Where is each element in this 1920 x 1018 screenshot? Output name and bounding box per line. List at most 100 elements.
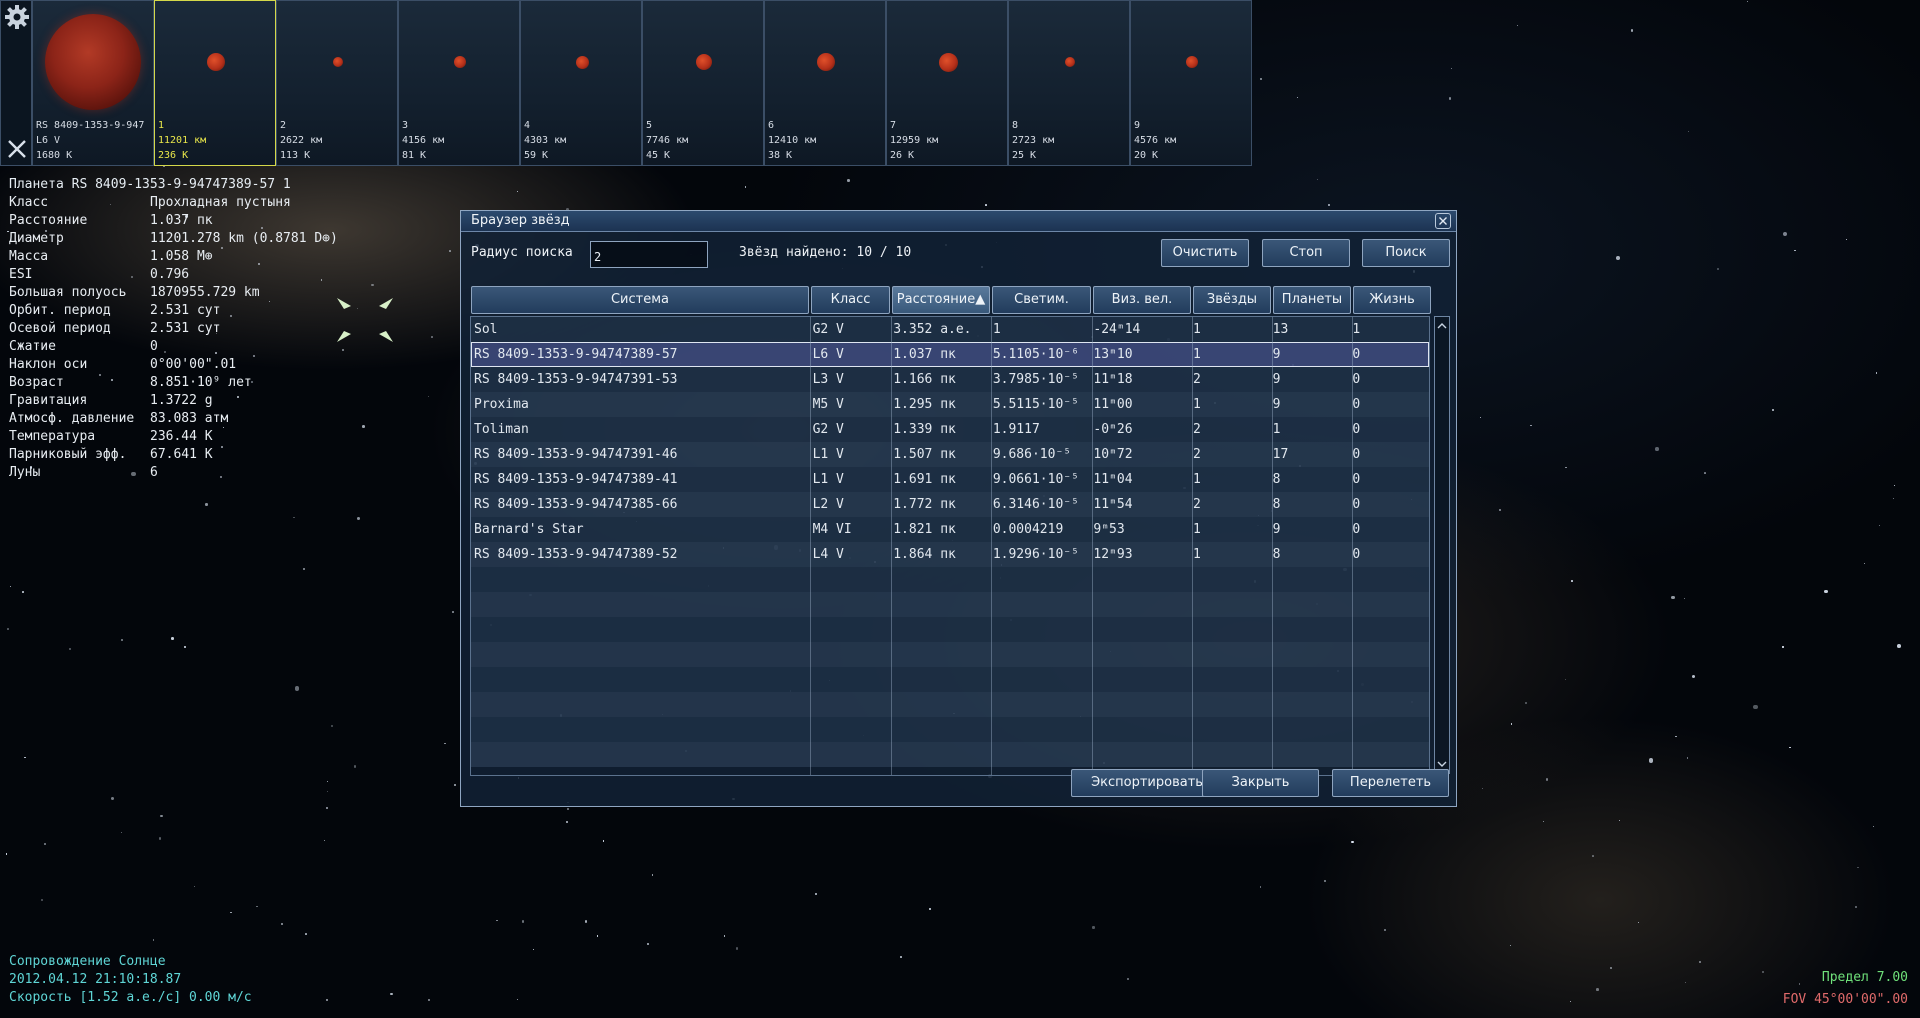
table-row[interactable]: Sol G2 V 3.352 а.е. 1 -24ᵐ14 1 13 1: [471, 317, 1429, 342]
star-dot: [24, 756, 26, 759]
table-row[interactable]: RS 8409-1353-9-94747385-66 L2 V 1.772 пк 6.…: [471, 492, 1429, 517]
table-row[interactable]: RS 8409-1353-9-94747389-57 L6 V 1.037 пк 5.…: [471, 342, 1429, 367]
magnitude-limit: Предел 7.00: [1821, 970, 1908, 985]
info-key: ESI: [9, 267, 33, 282]
star-dot: [1857, 866, 1859, 868]
planet-num: 9: [1134, 120, 1141, 131]
planet-info-panel: Планета RS 8409-1353-9-94747389-57 1 Кла…: [9, 176, 338, 482]
star-dot: [651, 874, 654, 877]
info-row: Возраст 8.851·10⁹ лет: [9, 374, 338, 392]
scroll-up-icon[interactable]: [1436, 319, 1448, 333]
table-cell: 1.166 пк: [893, 372, 956, 387]
info-row: Орбит. период 2.531 сут: [9, 302, 338, 320]
close-icon[interactable]: [1435, 213, 1451, 229]
search-radius-input[interactable]: [590, 241, 708, 268]
star-dot: [1516, 24, 1518, 26]
planet-tile[interactable]: 3 4156 км 81 K: [398, 0, 520, 166]
table-row[interactable]: RS 8409-1353-9-94747391-53 L3 V 1.166 пк 3.…: [471, 367, 1429, 392]
column-header[interactable]: Звёзды: [1193, 286, 1271, 314]
info-key: Температура: [9, 429, 96, 444]
star-dot: [110, 796, 114, 800]
table-cell: 2: [1193, 447, 1201, 462]
column-header[interactable]: Система: [471, 286, 809, 314]
planet-tile[interactable]: 2 2622 км 113 K: [276, 0, 398, 166]
star-dot: [1638, 921, 1640, 923]
host-star-tile[interactable]: RS 8409-1353-9-947 L6 V 1680 K: [32, 0, 154, 166]
column-divider: [1352, 317, 1353, 775]
column-header[interactable]: Виз. вел.: [1093, 286, 1191, 314]
clear-button[interactable]: Очистить: [1161, 239, 1249, 267]
star-dot: [516, 999, 518, 1001]
planet-temp: 81 K: [402, 150, 427, 161]
star-dot: [1675, 735, 1677, 738]
planet-size: 4576 км: [1134, 135, 1177, 146]
star-dot: [1823, 589, 1828, 594]
planet-tile[interactable]: 8 2723 км 25 K: [1008, 0, 1130, 166]
table-row[interactable]: RS 8409-1353-9-94747389-41 L1 V 1.691 пк 9.…: [471, 467, 1429, 492]
table-cell: RS 8409-1353-9-94747389-57: [474, 347, 678, 362]
table-row[interactable]: Barnard's Star M4 VI 1.821 пк 0.0004219 9ᵐ53…: [471, 517, 1429, 542]
table-cell: 1: [1272, 422, 1281, 437]
export-button[interactable]: Экспортировать: [1071, 769, 1223, 797]
info-value: 0°00'00".01: [150, 357, 237, 372]
info-key: Расстояние: [9, 213, 88, 228]
goto-button[interactable]: Перелететь: [1332, 769, 1449, 797]
star-dot: [1648, 757, 1654, 763]
table-row[interactable]: RS 8409-1353-9-94747391-46 L1 V 1.507 пк 9.…: [471, 442, 1429, 467]
stop-button[interactable]: Стоп: [1262, 239, 1350, 267]
column-header[interactable]: Светим.: [992, 286, 1091, 314]
star-dot: [1893, 497, 1895, 499]
star-dot: [1875, 372, 1877, 374]
star-dot: [1092, 926, 1095, 929]
table-row[interactable]: RS 8409-1353-9-94747389-52 L4 V 1.864 пк 1.…: [471, 542, 1429, 567]
star-dot: [723, 935, 726, 937]
star-dot: [516, 190, 519, 193]
table-cell: L1 V: [812, 472, 844, 487]
close-icon[interactable]: [4, 136, 30, 162]
star-dot: [1699, 961, 1702, 964]
host-star-temp: 1680 K: [36, 150, 73, 161]
planet-image: [1186, 56, 1198, 68]
planet-tile[interactable]: 5 7746 км 45 K: [642, 0, 764, 166]
planet-tile[interactable]: 7 12959 км 26 K: [886, 0, 1008, 166]
table-cell: Toliman: [474, 422, 529, 437]
table-cell: 9: [1272, 347, 1281, 362]
star-dot: [1448, 97, 1452, 100]
table-scrollbar[interactable]: [1434, 316, 1450, 774]
info-value: 1.3722 g: [150, 393, 213, 408]
column-divider: [810, 317, 811, 775]
planet-tile[interactable]: 4 4303 км 59 K: [520, 0, 642, 166]
column-header[interactable]: Жизнь: [1353, 286, 1431, 314]
planet-image: [938, 52, 958, 72]
star-dot: [1753, 704, 1758, 709]
planet-size: 4303 км: [524, 135, 567, 146]
planet-tile[interactable]: 1 11201 км 236 K: [154, 0, 276, 166]
planet-image: [1065, 57, 1075, 67]
follow-status: Сопровождение Солнце: [9, 954, 166, 969]
star-dot: [1481, 788, 1483, 790]
window-titlebar[interactable]: Браузер звёзд: [461, 211, 1456, 232]
table-cell: 3.7985·10⁻⁵: [992, 372, 1079, 387]
star-dot: [1529, 424, 1532, 427]
gear-icon[interactable]: [4, 4, 30, 30]
star-dot: [160, 814, 163, 817]
info-row: Расстояние 1.037 пк: [9, 212, 338, 230]
column-header[interactable]: Расстояние▲: [892, 286, 990, 314]
table-row[interactable]: Toliman G2 V 1.339 пк 1.9117 -0ᵐ26 2 1 0: [471, 417, 1429, 442]
planet-size: 4156 км: [402, 135, 445, 146]
table-cell: L4 V: [812, 547, 844, 562]
planet-tile[interactable]: 6 12410 км 38 K: [764, 0, 886, 166]
table-cell: L1 V: [812, 447, 844, 462]
table-row[interactable]: Proxima M5 V 1.295 пк 5.5115·10⁻⁵ 11ᵐ00 1 9 0: [471, 392, 1429, 417]
star-dot: [40, 898, 44, 901]
planet-size: 2723 км: [1012, 135, 1055, 146]
column-header[interactable]: Планеты: [1273, 286, 1351, 314]
planet-tile[interactable]: 9 4576 км 20 K: [1130, 0, 1252, 166]
planet-num: 6: [768, 120, 775, 131]
table-cell: 1.9117: [992, 422, 1040, 437]
star-dot: [1704, 471, 1707, 474]
planet-num: 2: [280, 120, 287, 131]
column-header[interactable]: Класс: [811, 286, 890, 314]
search-button[interactable]: Поиск: [1362, 239, 1450, 267]
close-button[interactable]: Закрыть: [1202, 769, 1319, 797]
